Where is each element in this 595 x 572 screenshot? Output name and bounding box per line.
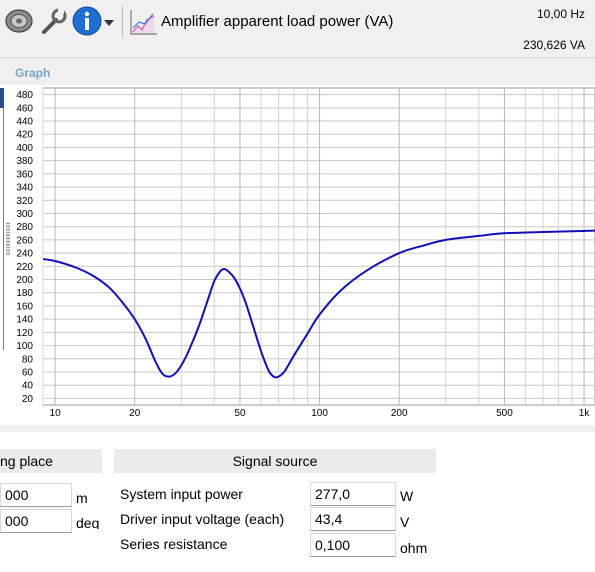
angle-field[interactable]: 000	[0, 509, 72, 533]
y-tick-label: 260	[16, 235, 33, 246]
x-tick-label: 20	[129, 408, 141, 419]
x-tick-label: 50	[234, 408, 246, 419]
driver-input-voltage-unit: V	[400, 514, 410, 530]
y-tick-label: 20	[22, 394, 34, 405]
series-resistance-field[interactable]: 0,100	[310, 533, 396, 557]
y-tick-label: 480	[16, 90, 33, 101]
page-title: Amplifier apparent load power (VA)	[161, 13, 394, 30]
y-tick-label: 140	[16, 315, 33, 326]
frequency-readout: 10,00 Hz	[536, 7, 585, 21]
chart-icon	[130, 10, 157, 35]
x-tick-label: 10	[50, 408, 62, 419]
series-resistance-unit: ohm	[400, 540, 428, 556]
y-tick-label: 300	[16, 209, 33, 220]
y-tick-label: 280	[16, 222, 33, 233]
chart[interactable]: 20 40 60 80 100 120 140 160 180 200 220 240 260 280 30…	[0, 85, 595, 425]
y-tick-label: 200	[16, 275, 33, 286]
y-tick-label: 440	[16, 117, 33, 128]
system-input-power-label: System input power	[120, 486, 243, 502]
y-tick-label: 220	[16, 262, 33, 273]
x-tick-label: 500	[496, 408, 513, 419]
y-tick-label: 360	[16, 169, 33, 180]
angle-unit: deg	[76, 515, 100, 529]
y-tick-label: 320	[16, 196, 33, 207]
system-input-power-field[interactable]: 277,0	[310, 482, 396, 506]
driver-input-voltage-label: Driver input voltage (each)	[120, 511, 285, 527]
y-tick-label: 460	[16, 103, 33, 114]
system-input-power-unit: W	[400, 488, 414, 504]
signal-source-header: Signal source	[114, 449, 436, 473]
y-tick-label: 340	[16, 183, 33, 194]
x-tick-label: 1k	[579, 408, 591, 419]
y-tick-label: 240	[16, 249, 33, 260]
toolbar-divider	[122, 6, 123, 38]
toolbar: Amplifier apparent load power (VA) 10,00…	[0, 0, 595, 58]
y-tick-label: 40	[22, 381, 34, 392]
dropdown-arrow-icon[interactable]	[102, 4, 116, 38]
x-tick-label: 100	[311, 408, 328, 419]
x-tick-label: 200	[391, 408, 408, 419]
speaker-icon[interactable]	[2, 4, 36, 38]
plot-area	[42, 87, 595, 406]
y-tick-label: 400	[16, 143, 33, 154]
distance-unit: m	[76, 490, 88, 506]
distance-field[interactable]: 000	[0, 483, 72, 507]
y-tick-label: 160	[16, 301, 33, 312]
y-tick-label: 380	[16, 156, 33, 167]
wrench-icon[interactable]	[36, 4, 70, 38]
driver-input-voltage-field[interactable]: 43,4	[310, 507, 396, 531]
y-tick-label: 180	[16, 288, 33, 299]
value-readout: 230,626 VA	[523, 38, 585, 52]
series-resistance-label: Series resistance	[120, 536, 228, 552]
info-icon[interactable]	[70, 4, 104, 38]
graph-section-label: Graph	[15, 66, 51, 80]
y-tick-label: 420	[16, 130, 33, 141]
y-tick-label: 60	[22, 367, 34, 378]
y-tick-label: 80	[22, 354, 34, 365]
placement-group-header: ng place	[0, 449, 102, 473]
y-tick-label: 100	[16, 341, 33, 352]
app-window: Amplifier apparent load power (VA) 10,00…	[0, 0, 595, 572]
y-tick-label: 120	[16, 328, 33, 339]
